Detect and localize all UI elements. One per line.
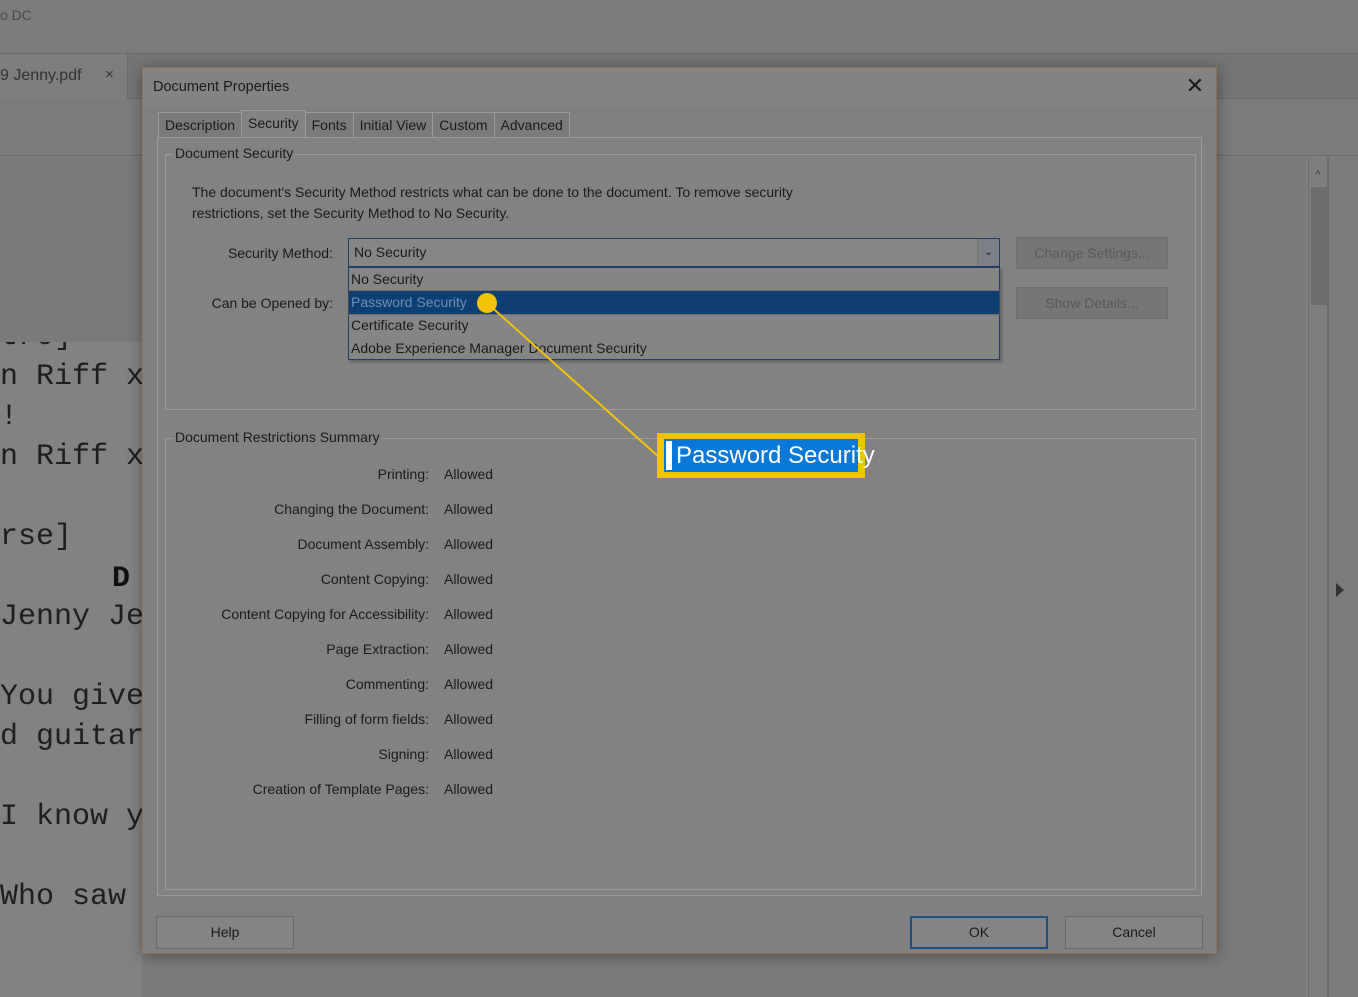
- dropdown-option-adobe-experience-manager-document-security[interactable]: Adobe Experience Manager Document Securi…: [349, 337, 999, 360]
- document-tab-label: 9 Jenny.pdf: [0, 67, 82, 84]
- restriction-label: Commenting:: [345, 676, 429, 692]
- callout-dot: [477, 293, 497, 313]
- pdf-text-line: !: [0, 400, 19, 434]
- pdf-text-line: Who saw: [0, 880, 127, 914]
- restrictions-summary-legend: Document Restrictions Summary: [173, 429, 382, 445]
- restriction-value: Allowed: [444, 746, 494, 762]
- restriction-row: Page Extraction: Allowed: [166, 641, 526, 661]
- dialog-titlebar: Document Properties ✕: [143, 68, 1216, 106]
- pdf-text-line: I know y: [0, 800, 142, 834]
- pdf-chord-label: D: [112, 562, 131, 596]
- pdf-text-line: tro]: [0, 342, 72, 354]
- can-be-opened-label: Can be Opened by:: [211, 295, 333, 311]
- cancel-button[interactable]: Cancel: [1065, 916, 1203, 949]
- security-tab-panel: Document Security The document's Securit…: [157, 137, 1202, 896]
- restriction-row: Content Copying for Accessibility: Allowe…: [166, 606, 526, 626]
- pdf-text-line: Jenny Je: [0, 600, 142, 634]
- tab-custom[interactable]: Custom: [432, 112, 495, 137]
- document-security-legend: Document Security: [173, 145, 296, 161]
- restriction-value: Allowed: [444, 781, 494, 797]
- restriction-value: Allowed: [444, 466, 494, 482]
- restriction-value: Allowed: [444, 676, 494, 692]
- restriction-label: Signing:: [378, 746, 429, 762]
- pdf-text-line: n Riff x: [0, 440, 142, 474]
- right-pane-rail: [1328, 157, 1358, 997]
- restriction-row: Document Assembly: Allowed: [166, 536, 526, 556]
- restriction-label: Content Copying:: [320, 571, 429, 587]
- change-settings-button[interactable]: Change Settings...: [1016, 237, 1168, 269]
- restrictions-summary-group: Document Restrictions Summary Printing: A…: [165, 429, 1196, 890]
- restriction-row: Changing the Document: Allowed: [166, 501, 526, 521]
- restriction-value: Allowed: [444, 571, 494, 587]
- close-tab-icon[interactable]: ×: [105, 66, 114, 83]
- ok-button[interactable]: OK: [910, 916, 1048, 949]
- tab-fonts[interactable]: Fonts: [304, 112, 354, 137]
- restriction-row: Content Copying: Allowed: [166, 571, 526, 591]
- restriction-value: Allowed: [444, 641, 494, 657]
- security-method-label: Security Method:: [227, 245, 333, 261]
- tab-security[interactable]: Security: [241, 110, 306, 137]
- restriction-label: Filling of form fields:: [304, 711, 429, 727]
- restriction-label: Printing:: [377, 466, 429, 482]
- tab-initial-view[interactable]: Initial View: [352, 112, 434, 137]
- restriction-value: Allowed: [444, 711, 494, 727]
- security-description: The document's Security Method restricts…: [192, 184, 793, 221]
- scroll-up-icon[interactable]: ^: [1309, 169, 1327, 185]
- close-icon[interactable]: ✕: [1183, 75, 1207, 99]
- callout-highlight: Password Security: [664, 439, 875, 472]
- dialog-tabs: Description Security Fonts Initial View Cust…: [158, 110, 570, 137]
- vertical-scrollbar[interactable]: ^: [1308, 157, 1328, 997]
- security-method-dropdown: No Security Password Security Certificate …: [348, 267, 1000, 360]
- restriction-label: Page Extraction:: [326, 641, 429, 657]
- document-properties-dialog: Document Properties ✕ Description Securit…: [142, 67, 1217, 954]
- restriction-value: Allowed: [444, 536, 494, 552]
- pdf-text-line: rse]: [0, 520, 73, 554]
- restriction-label: Document Assembly:: [297, 536, 430, 552]
- pdf-text-line: n Riff x: [0, 360, 142, 394]
- chevron-down-icon[interactable]: ⌄: [977, 239, 999, 266]
- expand-pane-icon[interactable]: [1336, 583, 1344, 597]
- restriction-row: Commenting: Allowed: [166, 676, 526, 696]
- security-method-select[interactable]: No Security ⌄: [348, 238, 1000, 267]
- restriction-row: Printing: Allowed: [166, 466, 526, 486]
- dropdown-option-no-security[interactable]: No Security: [349, 268, 999, 291]
- callout-zoom-box: Password Security: [657, 433, 875, 478]
- scrollbar-thumb[interactable]: [1311, 187, 1327, 305]
- pdf-text-line: You give: [0, 680, 142, 714]
- show-details-button[interactable]: Show Details...: [1016, 287, 1168, 319]
- restriction-label: Creation of Template Pages:: [252, 781, 429, 797]
- help-button[interactable]: Help: [156, 916, 294, 949]
- security-method-value: No Security: [354, 244, 427, 260]
- tab-advanced[interactable]: Advanced: [493, 112, 570, 137]
- text-caret: [666, 441, 672, 470]
- restriction-label: Changing the Document:: [274, 501, 429, 517]
- callout-text: Password Security: [676, 442, 875, 469]
- restriction-row: Filling of form fields: Allowed: [166, 711, 526, 731]
- dialog-title: Document Properties: [153, 79, 290, 95]
- app-titlebar: o DC: [0, 0, 1358, 54]
- restriction-row: Signing: Allowed: [166, 746, 526, 766]
- document-security-group: Document Security The document's Securit…: [165, 145, 1196, 410]
- pdf-page: tro] n Riff x! n Riff x rse] Jenny Je You giv…: [0, 342, 142, 997]
- restriction-label: Content Copying for Accessibility:: [221, 606, 429, 622]
- dropdown-option-password-security[interactable]: Password Security: [348, 290, 1000, 315]
- document-tab[interactable]: 9 Jenny.pdf ×: [0, 54, 128, 99]
- restriction-value: Allowed: [444, 501, 494, 517]
- dropdown-option-certificate-security[interactable]: Certificate Security: [349, 314, 999, 337]
- tab-description[interactable]: Description: [158, 112, 243, 137]
- pdf-text-line: d guitar: [0, 720, 142, 754]
- app-title: o DC: [0, 7, 32, 23]
- restriction-row: Creation of Template Pages: Allowed: [166, 781, 526, 801]
- restriction-value: Allowed: [444, 606, 494, 622]
